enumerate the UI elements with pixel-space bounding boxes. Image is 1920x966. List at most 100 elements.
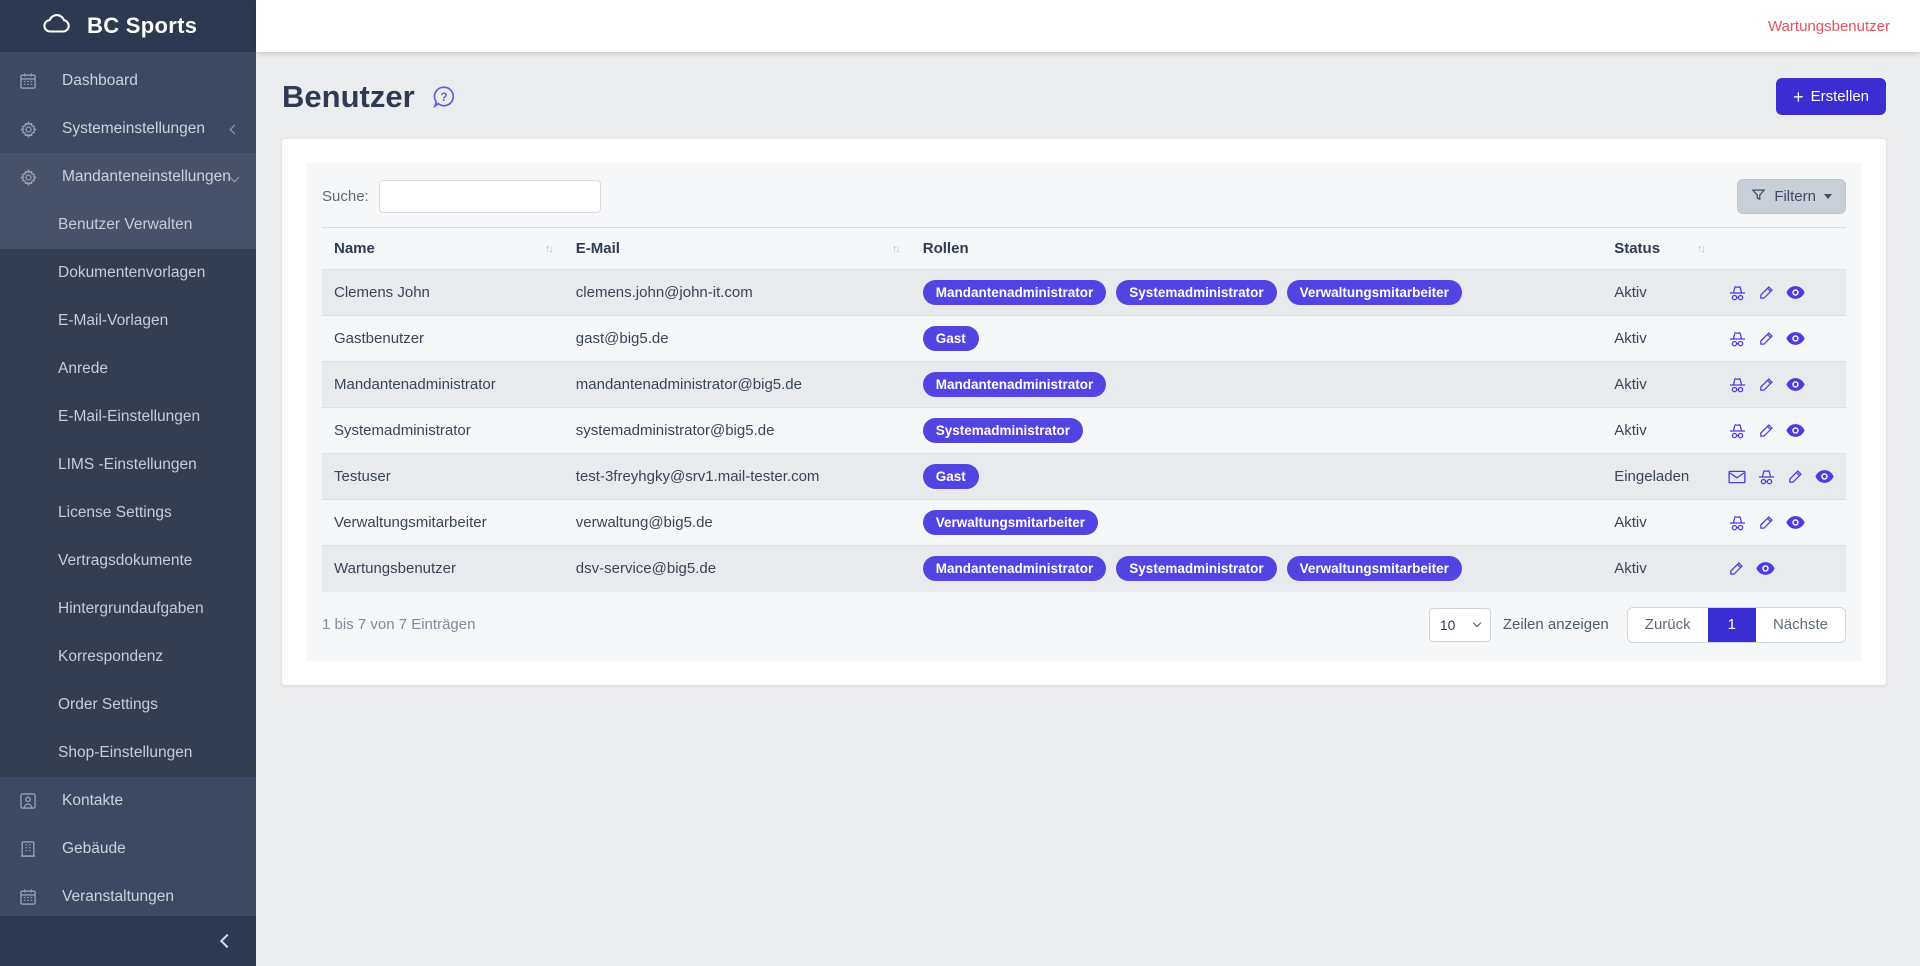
view-icon[interactable] [1786, 378, 1805, 391]
pagination-controls: 10 Zeilen anzeigen Zurück 1 Nächste [1429, 607, 1846, 643]
edit-icon[interactable] [1787, 468, 1804, 485]
brand-name: BC Sports [87, 13, 197, 39]
user-email: dsv-service@big5.de [564, 546, 911, 592]
edit-icon[interactable] [1758, 284, 1775, 301]
sidebar-item-label: Systemeinstellungen [44, 120, 231, 138]
view-icon[interactable] [1756, 562, 1775, 575]
sidebar-item-dashboard[interactable]: Dashboard [0, 57, 256, 105]
table-footer: 1 bis 7 von 7 Einträgen 10 Zeilen anzeig… [322, 607, 1846, 643]
sidebar-subitem-benutzer-verwalten[interactable]: Benutzer Verwalten [0, 201, 256, 249]
current-page-button[interactable]: 1 [1708, 608, 1756, 642]
sidebar-subitem-dokumentenvorlagen[interactable]: Dokumentenvorlagen [0, 249, 256, 297]
column-header-name[interactable]: Name↑↓ [322, 228, 564, 270]
view-icon[interactable] [1786, 332, 1805, 345]
view-icon[interactable] [1786, 286, 1805, 299]
subitem-label: Korrespondenz [58, 648, 163, 666]
edit-icon[interactable] [1758, 376, 1775, 393]
sort-icon: ↑↓ [545, 243, 552, 255]
view-icon[interactable] [1815, 470, 1834, 483]
user-roles: Gast [911, 454, 1602, 500]
subitem-label: Order Settings [58, 696, 158, 714]
user-email: verwaltung@big5.de [564, 500, 911, 546]
sidebar-nav: Dashboard Systemeinstellungen Mandantene… [0, 52, 256, 921]
sidebar-item-label: Mandanteneinstellungen [44, 168, 231, 186]
edit-icon[interactable] [1758, 422, 1775, 439]
sidebar-subitem-email-vorlagen[interactable]: E-Mail-Vorlagen [0, 297, 256, 345]
user-name: Systemadministrator [322, 408, 564, 454]
table-row: Verwaltungsmitarbeiterverwaltung@big5.de… [322, 500, 1846, 546]
sidebar-item-label: Veranstaltungen [44, 888, 242, 906]
sidebar-subitem-lims-einstellungen[interactable]: LIMS -Einstellungen [0, 441, 256, 489]
sidebar-subitem-vertragsdokumente[interactable]: Vertragsdokumente [0, 537, 256, 585]
edit-icon[interactable] [1728, 560, 1745, 577]
role-badge: Verwaltungsmitarbeiter [1287, 556, 1462, 581]
row-actions [1728, 422, 1834, 440]
impersonate-icon[interactable] [1757, 468, 1776, 486]
table-toolbar: Suche: Filtern [322, 179, 1846, 214]
user-status: Aktiv [1602, 362, 1716, 408]
mail-icon[interactable] [1728, 470, 1746, 484]
role-badge: Systemadministrator [923, 418, 1083, 443]
chevron-down-icon [1473, 619, 1481, 627]
current-user-link[interactable]: Wartungsbenutzer [1768, 18, 1890, 35]
role-badge: Systemadministrator [1116, 556, 1276, 581]
role-badge: Mandantenadministrator [923, 556, 1107, 581]
subitem-label: Vertragsdokumente [58, 552, 192, 570]
sidebar-collapse-button[interactable] [0, 916, 256, 966]
view-icon[interactable] [1786, 424, 1805, 437]
column-header-status[interactable]: Status↑↓ [1602, 228, 1716, 270]
impersonate-icon[interactable] [1728, 422, 1747, 440]
building-icon [18, 839, 38, 859]
row-actions [1728, 560, 1834, 577]
search-input[interactable] [379, 180, 601, 213]
sidebar-subitem-korrespondenz[interactable]: Korrespondenz [0, 633, 256, 681]
impersonate-icon[interactable] [1728, 330, 1747, 348]
subitem-label: E-Mail-Vorlagen [58, 312, 168, 330]
sidebar-item-label: Gebäude [44, 840, 242, 858]
chevron-down-icon [230, 172, 240, 182]
filter-button-label: Filtern [1774, 188, 1816, 205]
impersonate-icon[interactable] [1728, 514, 1747, 532]
impersonate-icon[interactable] [1728, 376, 1747, 394]
edit-icon[interactable] [1758, 514, 1775, 531]
sidebar-item-mandanteneinstellungen[interactable]: Mandanteneinstellungen [0, 153, 256, 201]
table-row: Mandantenadministratormandantenadministr… [322, 362, 1846, 408]
page-size-select[interactable]: 10 [1429, 608, 1491, 642]
next-page-button[interactable]: Nächste [1756, 608, 1845, 642]
page-size-value: 10 [1440, 617, 1456, 633]
sidebar-item-systemeinstellungen[interactable]: Systemeinstellungen [0, 105, 256, 153]
page-title: Benutzer [282, 79, 415, 115]
sidebar-item-veranstaltungen[interactable]: Veranstaltungen [0, 873, 256, 921]
sidebar-item-gebaeude[interactable]: Gebäude [0, 825, 256, 873]
subitem-label: Anrede [58, 360, 108, 378]
prev-page-button[interactable]: Zurück [1628, 608, 1708, 642]
sidebar-subitem-email-einstellungen[interactable]: E-Mail-Einstellungen [0, 393, 256, 441]
impersonate-icon[interactable] [1728, 284, 1747, 302]
role-badge: Mandantenadministrator [923, 280, 1107, 305]
brand: BC Sports [0, 0, 256, 52]
sidebar-subitem-anrede[interactable]: Anrede [0, 345, 256, 393]
sidebar-subitem-order-settings[interactable]: Order Settings [0, 681, 256, 729]
view-icon[interactable] [1786, 516, 1805, 529]
sidebar-subitem-shop-einstellungen[interactable]: Shop-Einstellungen [0, 729, 256, 777]
column-header-roles: Rollen [911, 228, 1602, 270]
subitem-label: LIMS -Einstellungen [58, 456, 197, 474]
topbar: Wartungsbenutzer [256, 0, 1920, 52]
sidebar-item-label: Kontakte [44, 792, 242, 810]
help-icon[interactable]: ? [431, 84, 457, 110]
user-status: Aktiv [1602, 316, 1716, 362]
filter-button[interactable]: Filtern [1737, 179, 1846, 214]
gear-icon [18, 167, 38, 187]
entries-info: 1 bis 7 von 7 Einträgen [322, 616, 475, 633]
user-status: Eingeladen [1602, 454, 1716, 500]
sidebar-subitem-hintergrundaufgaben[interactable]: Hintergrundaufgaben [0, 585, 256, 633]
sidebar-item-kontakte[interactable]: Kontakte [0, 777, 256, 825]
users-table: Name↑↓ E-Mail↑↓ Rollen Status↑↓ [322, 227, 1846, 592]
sidebar-subitem-license-settings[interactable]: License Settings [0, 489, 256, 537]
calendar-icon [18, 71, 38, 91]
column-header-actions [1716, 228, 1846, 270]
chevron-left-icon [220, 934, 234, 948]
column-header-email[interactable]: E-Mail↑↓ [564, 228, 911, 270]
edit-icon[interactable] [1758, 330, 1775, 347]
create-button[interactable]: + Erstellen [1776, 78, 1886, 115]
